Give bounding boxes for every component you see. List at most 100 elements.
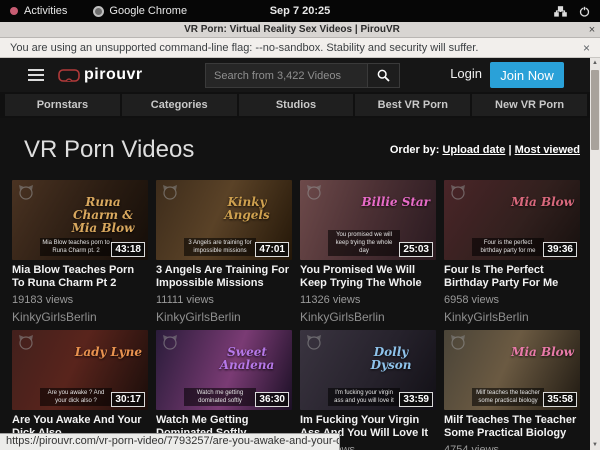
menu-hamburger-icon[interactable] — [28, 69, 44, 81]
nav-item-new-vr-porn[interactable]: New VR Porn — [472, 94, 587, 116]
power-icon[interactable] — [579, 6, 590, 17]
studio-logo-icon — [18, 184, 34, 200]
search-input[interactable] — [205, 63, 368, 88]
video-card[interactable]: Billie Star You promised we will keep tr… — [300, 180, 436, 324]
duration-badge: 43:18 — [111, 242, 145, 257]
video-card[interactable]: Mia Blow Milf teaches the teacher some p… — [444, 330, 580, 450]
video-studio-link[interactable]: KinkyGirlsBerlin — [156, 310, 292, 324]
site-logo[interactable]: pirouvr — [58, 66, 143, 84]
video-views: 4754 views — [444, 444, 580, 450]
page-title: VR Porn Videos — [24, 136, 194, 164]
clock: Sep 7 20:25 — [0, 5, 600, 17]
video-thumbnail[interactable]: Lady Lyne Are you awake ? And your dick … — [12, 330, 148, 410]
scroll-down-icon[interactable]: ▼ — [592, 440, 598, 450]
tab-close-icon[interactable]: × — [584, 24, 600, 36]
thumbnail-overlay-title: Runa Charm & Mia Blow — [64, 196, 142, 235]
active-app-menu[interactable]: Google Chrome — [93, 5, 187, 17]
video-title[interactable]: You Promised We Will Keep Trying The Who… — [300, 264, 436, 290]
video-studio-link[interactable]: KinkyGirlsBerlin — [444, 310, 580, 324]
chrome-infobar: You are using an unsupported command-lin… — [0, 38, 600, 58]
activities-button[interactable]: Activities — [10, 5, 67, 17]
thumbnail-overlay-title: Sweet Analena — [208, 346, 286, 372]
screen: Activities Google Chrome Sep 7 20:25 VR … — [0, 0, 600, 450]
recording-dot-icon — [10, 7, 18, 15]
scrollbar-thumb[interactable] — [591, 70, 599, 150]
nav-item-best-vr-porn[interactable]: Best VR Porn — [355, 94, 470, 116]
thumbnail-caption: Watch me getting dominated softly — [184, 388, 256, 406]
studio-logo-icon — [162, 184, 178, 200]
video-studio-link[interactable]: KinkyGirlsBerlin — [12, 310, 148, 324]
video-studio-link[interactable]: KinkyGirlsBerlin — [300, 310, 436, 324]
video-card[interactable]: Kinky Angels 3 Angels are training for i… — [156, 180, 292, 324]
video-title[interactable]: Mia Blow Teaches Porn To Runa Charm Pt 2 — [12, 264, 148, 290]
thumbnail-overlay-title: Lady Lyne — [75, 346, 142, 359]
thumbnail-overlay-title: Billie Star — [362, 196, 431, 209]
order-by-controls: Order by: Upload date | Most viewed — [390, 144, 580, 156]
network-icon[interactable] — [554, 6, 567, 17]
video-views: 6958 views — [444, 294, 580, 306]
duration-badge: 35:58 — [543, 392, 577, 407]
search-icon — [377, 69, 390, 82]
studio-logo-icon — [162, 334, 178, 350]
video-card[interactable]: Dolly Dyson I'm fucking your virgin ass … — [300, 330, 436, 450]
activities-label: Activities — [24, 5, 67, 17]
video-views: 19183 views — [12, 294, 148, 306]
duration-badge: 36:30 — [255, 392, 289, 407]
page-content: VR Porn Videos Order by: Upload date | M… — [0, 118, 592, 450]
video-card[interactable]: Mia Blow Four is the perfect birthday pa… — [444, 180, 580, 324]
site-logo-text: pirouvr — [84, 66, 143, 84]
video-thumbnail[interactable]: Mia Blow Milf teaches the teacher some p… — [444, 330, 580, 410]
order-by-upload-date-link[interactable]: Upload date — [442, 144, 505, 156]
video-card[interactable]: Sweet Analena Watch me getting dominated… — [156, 330, 292, 450]
nav-item-categories[interactable]: Categories — [122, 94, 237, 116]
studio-logo-icon — [306, 184, 322, 200]
search-button[interactable] — [368, 63, 400, 88]
browser-tab-strip: VR Porn: Virtual Reality Sex Videos | Pi… — [0, 22, 600, 38]
duration-badge: 30:17 — [111, 392, 145, 407]
thumbnail-caption: Four is the perfect birthday party for m… — [472, 238, 544, 256]
studio-logo-icon — [18, 334, 34, 350]
video-title[interactable]: Four Is The Perfect Birthday Party For M… — [444, 264, 580, 290]
scrollbar[interactable]: ▲ ▼ — [590, 58, 600, 450]
order-by-label: Order by: — [390, 144, 440, 156]
status-bar-url: https://pirouvr.com/vr-porn-video/779325… — [0, 433, 340, 450]
thumbnail-overlay-title: Mia Blow — [511, 196, 574, 209]
nav-item-pornstars[interactable]: Pornstars — [5, 94, 120, 116]
join-now-button[interactable]: Join Now — [490, 62, 564, 88]
video-views: 11111 views — [156, 294, 292, 306]
chrome-icon — [93, 6, 104, 17]
infobar-message: You are using an unsupported command-lin… — [10, 42, 583, 54]
order-by-most-viewed-link[interactable]: Most viewed — [515, 144, 580, 156]
duration-badge: 47:01 — [255, 242, 289, 257]
video-thumbnail[interactable]: Kinky Angels 3 Angels are training for i… — [156, 180, 292, 260]
duration-badge: 39:36 — [543, 242, 577, 257]
duration-badge: 33:59 — [399, 392, 433, 407]
video-card[interactable]: Runa Charm & Mia Blow Mia Blow teaches p… — [12, 180, 148, 324]
scroll-up-icon[interactable]: ▲ — [592, 58, 598, 68]
video-card[interactable]: Lady Lyne Are you awake ? And your dick … — [12, 330, 148, 450]
infobar-close-icon[interactable]: × — [583, 41, 590, 55]
video-thumbnail[interactable]: Runa Charm & Mia Blow Mia Blow teaches p… — [12, 180, 148, 260]
video-thumbnail[interactable]: Mia Blow Four is the perfect birthday pa… — [444, 180, 580, 260]
studio-logo-icon — [450, 334, 466, 350]
video-title[interactable]: 3 Angels Are Training For Impossible Mis… — [156, 264, 292, 290]
video-title[interactable]: Milf Teaches The Teacher Some Practical … — [444, 414, 580, 440]
thumbnail-caption: I'm fucking your virgin ass and you will… — [328, 388, 400, 406]
video-thumbnail[interactable]: Billie Star You promised we will keep tr… — [300, 180, 436, 260]
thumbnail-caption: Milf teaches the teacher some practical … — [472, 388, 544, 406]
duration-badge: 25:03 — [399, 242, 433, 257]
thumbnail-caption: Mia Blow teaches porn to Runa Charm pt. … — [40, 238, 112, 256]
main-nav: Pornstars Categories Studios Best VR Por… — [0, 92, 592, 118]
browser-tab-title[interactable]: VR Porn: Virtual Reality Sex Videos | Pi… — [0, 24, 584, 35]
thumbnail-caption: 3 Angels are training for impossible mis… — [184, 238, 256, 256]
thumbnail-caption: You promised we will keep trying the who… — [328, 230, 400, 256]
studio-logo-icon — [450, 184, 466, 200]
system-top-bar: Activities Google Chrome Sep 7 20:25 — [0, 0, 600, 22]
video-grid: Runa Charm & Mia Blow Mia Blow teaches p… — [12, 180, 580, 450]
active-app-label: Google Chrome — [109, 5, 187, 17]
login-link[interactable]: Login — [450, 66, 482, 81]
order-by-separator: | — [508, 144, 511, 156]
video-thumbnail[interactable]: Dolly Dyson I'm fucking your virgin ass … — [300, 330, 436, 410]
video-thumbnail[interactable]: Sweet Analena Watch me getting dominated… — [156, 330, 292, 410]
nav-item-studios[interactable]: Studios — [239, 94, 354, 116]
